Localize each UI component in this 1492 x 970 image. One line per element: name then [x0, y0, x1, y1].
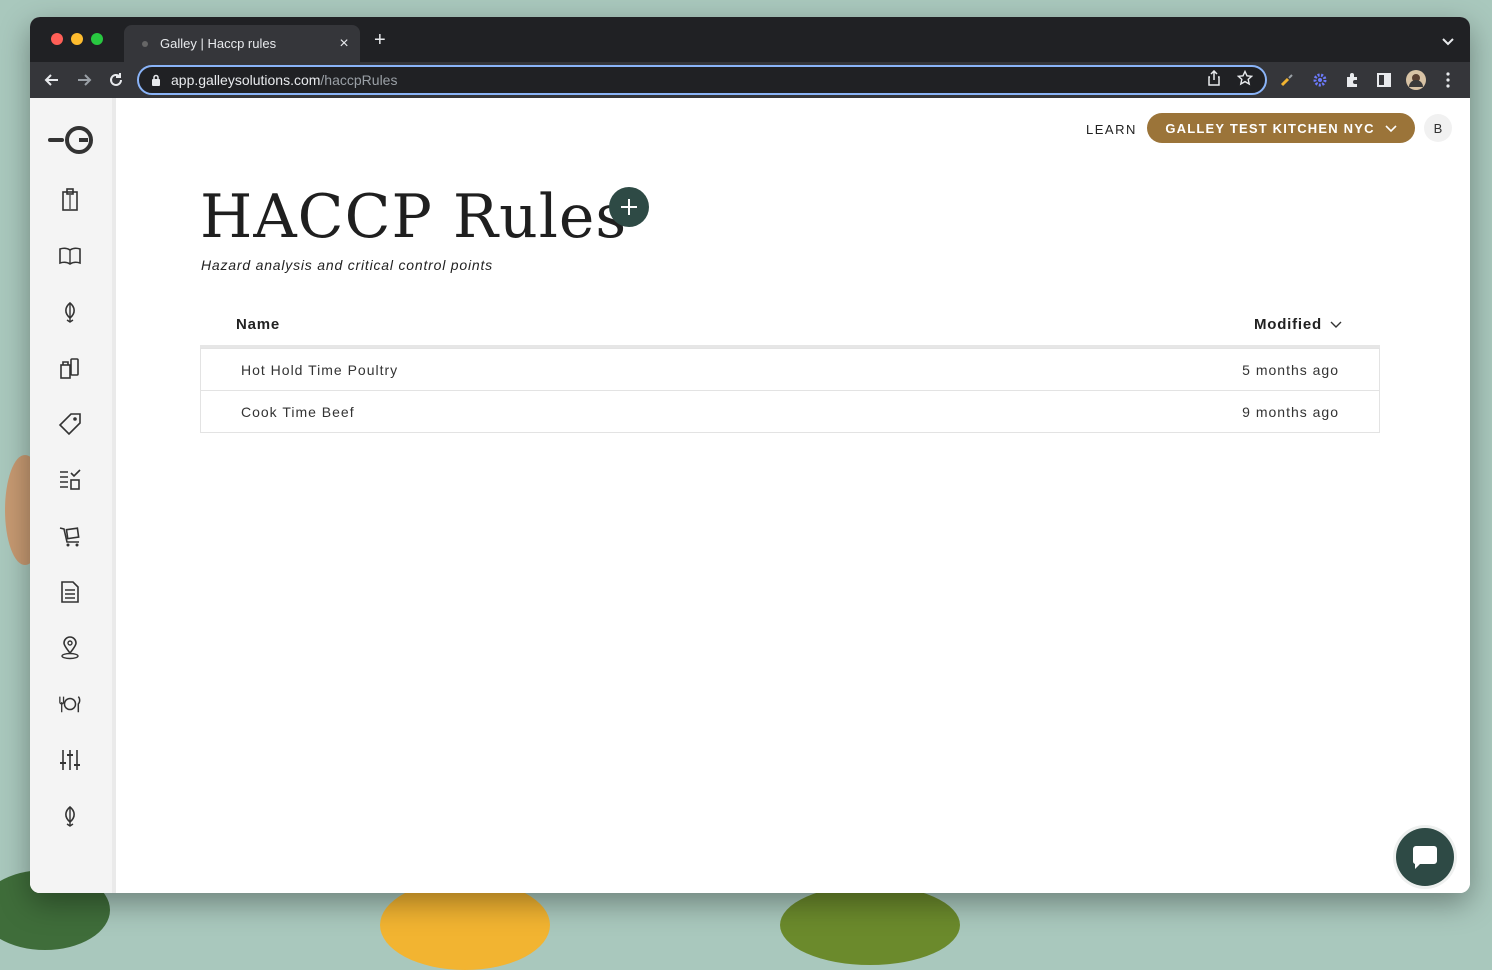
chevron-down-icon: [1385, 121, 1397, 136]
location-icon[interactable]: [58, 636, 82, 660]
galley-logo[interactable]: [48, 124, 96, 156]
app-content: LEARN GALLEY TEST KITCHEN NYC B HACCP Ru…: [30, 98, 1470, 893]
background-decoration: [380, 880, 550, 970]
tab-search-chevron-icon[interactable]: [1442, 33, 1454, 51]
close-window-button[interactable]: [51, 33, 63, 45]
haccp-rules-table: Name Modified Hot Hold Time Poultry 5 mo…: [200, 303, 1380, 433]
share-icon[interactable]: [1207, 69, 1221, 91]
clipboard-icon[interactable]: [58, 188, 82, 212]
learn-link[interactable]: LEARN: [1086, 122, 1137, 137]
table-row[interactable]: Hot Hold Time Poultry 5 months ago: [200, 348, 1380, 391]
url-text: app.galleysolutions.com/haccpRules: [171, 72, 1207, 88]
column-header-name[interactable]: Name: [236, 316, 280, 333]
chat-button[interactable]: [1396, 828, 1454, 886]
location-label: GALLEY TEST KITCHEN NYC: [1165, 120, 1375, 136]
table-header: Name Modified: [200, 303, 1380, 348]
back-arrow-icon[interactable]: [42, 70, 62, 90]
maximize-window-button[interactable]: [91, 33, 103, 45]
tab-title: Galley | Haccp rules: [160, 36, 277, 51]
browser-tab[interactable]: Galley | Haccp rules ×: [124, 25, 360, 62]
side-panel-icon[interactable]: [1374, 70, 1394, 90]
page-title: HACCP Rules: [200, 182, 628, 252]
window-controls: [51, 33, 103, 45]
sliders-icon[interactable]: [58, 748, 82, 772]
background-decoration: [780, 885, 960, 965]
minimize-window-button[interactable]: [71, 33, 83, 45]
ingredient-icon[interactable]: [58, 804, 82, 828]
cart-icon[interactable]: [58, 524, 82, 548]
tag-icon[interactable]: [58, 412, 82, 436]
tab-close-icon[interactable]: ×: [334, 35, 354, 53]
favicon-icon: [138, 37, 152, 51]
lock-icon: [151, 74, 161, 86]
plate-utensils-icon[interactable]: [58, 692, 82, 716]
rule-name: Cook Time Beef: [241, 403, 355, 420]
ingredient-icon[interactable]: [58, 300, 82, 324]
column-header-modified-label: Modified: [1253, 315, 1322, 333]
user-avatar[interactable]: B: [1424, 114, 1452, 142]
browser-menu-icon[interactable]: [1438, 70, 1458, 90]
page-subtitle: Hazard analysis and critical control poi…: [201, 257, 493, 273]
browser-window: Galley | Haccp rules × + app.galleysolut…: [30, 17, 1470, 893]
profile-avatar-icon[interactable]: [1406, 70, 1426, 90]
address-bar[interactable]: app.galleysolutions.com/haccpRules: [137, 65, 1267, 95]
url-path: /haccpRules: [320, 72, 398, 88]
plus-icon: [621, 199, 637, 215]
add-rule-button[interactable]: [609, 187, 649, 227]
column-header-modified[interactable]: Modified: [1254, 316, 1342, 333]
rule-modified: 9 months ago: [1242, 403, 1339, 420]
rule-modified: 5 months ago: [1242, 361, 1339, 378]
sort-chevron-down-icon: [1330, 316, 1342, 333]
table-row[interactable]: Cook Time Beef 9 months ago: [200, 391, 1380, 433]
browser-titlebar: Galley | Haccp rules × +: [30, 17, 1470, 62]
bookmark-star-icon[interactable]: [1236, 69, 1254, 91]
new-tab-button[interactable]: +: [374, 30, 386, 50]
checklist-icon[interactable]: [58, 468, 82, 492]
containers-icon[interactable]: [58, 356, 82, 380]
reload-icon[interactable]: [106, 70, 126, 90]
chat-widget: [1393, 825, 1457, 889]
document-icon[interactable]: [58, 580, 82, 604]
extension-gear-icon[interactable]: [1310, 70, 1330, 90]
browser-toolbar: app.galleysolutions.com/haccpRules: [30, 62, 1470, 98]
extensions-puzzle-icon[interactable]: [1342, 70, 1362, 90]
sidebar: [30, 98, 116, 893]
book-icon[interactable]: [58, 244, 82, 268]
rule-name: Hot Hold Time Poultry: [241, 361, 399, 378]
forward-arrow-icon[interactable]: [74, 70, 94, 90]
location-dropdown-button[interactable]: GALLEY TEST KITCHEN NYC: [1147, 113, 1415, 143]
extension-brush-icon[interactable]: [1277, 70, 1297, 90]
url-host: app.galleysolutions.com: [171, 72, 321, 88]
chat-bubble-icon: [1412, 846, 1437, 869]
